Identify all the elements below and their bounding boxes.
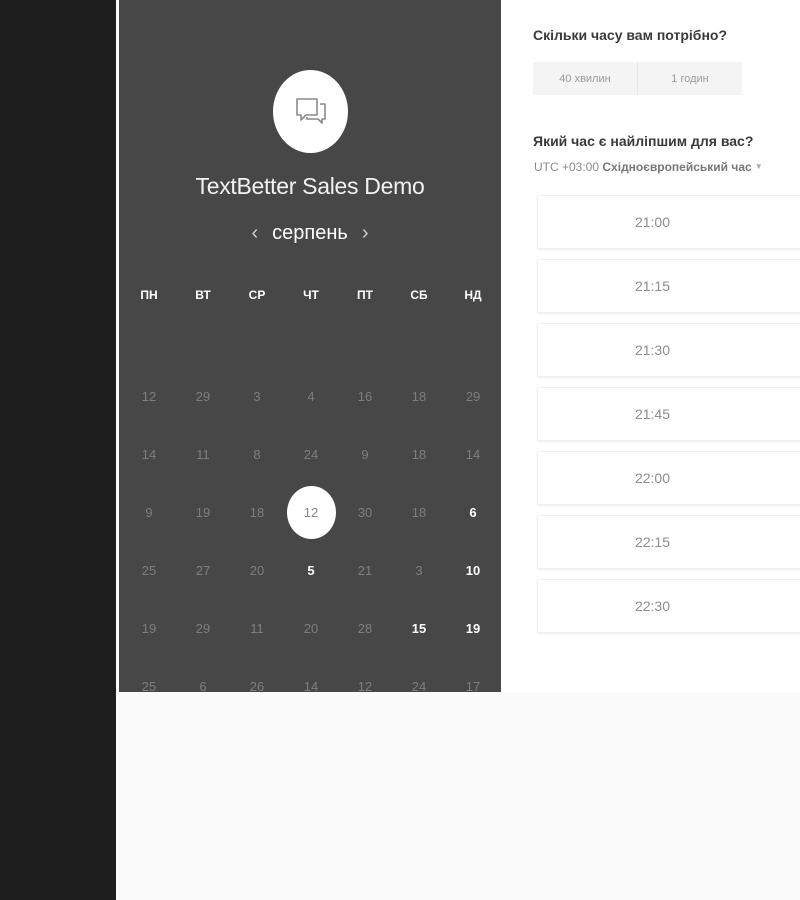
duration-option[interactable]: 1 годин: [637, 62, 742, 95]
calendar-day: 14: [465, 446, 481, 462]
available-day[interactable]: 10: [446, 541, 500, 599]
timezone-dropdown[interactable]: UTC +03:00 Східноєвропейський час ▼: [534, 160, 763, 174]
calendar-day: 20: [249, 562, 265, 578]
calendar-day: 25: [141, 678, 157, 694]
calendar-day: 4: [307, 388, 315, 404]
calendar-day: 3: [253, 388, 261, 404]
calendar-day: 9: [145, 504, 153, 520]
weekday-label: ВТ: [195, 288, 211, 302]
calendar-day: 18: [411, 446, 427, 462]
calendar-day: 19: [141, 620, 157, 636]
available-day[interactable]: 6: [446, 483, 500, 541]
available-day[interactable]: 15: [392, 599, 446, 657]
calendar-day: 30: [357, 504, 373, 520]
time-slot[interactable]: 21:15: [537, 259, 800, 313]
calendar-day: 18: [411, 388, 427, 404]
calendar-day: 19: [195, 504, 211, 520]
product-title: TextBetter Sales Demo: [195, 173, 425, 199]
calendar-day: 12: [141, 388, 157, 404]
calendar-day: 11: [250, 620, 264, 636]
left-sidebar: [0, 0, 116, 900]
available-day[interactable]: 19: [446, 599, 500, 657]
time-slot[interactable]: 22:00: [537, 451, 800, 505]
booking-pane: Скільки часу вам потрібно? 40 хвилин 1 г…: [501, 0, 800, 692]
calendar-day: 28: [357, 620, 373, 636]
timezone-offset: UTC +03:00: [534, 160, 600, 174]
caret-down-icon: ▼: [754, 162, 763, 171]
month-switcher: ‹ серпень ›: [119, 222, 501, 245]
calendar-day: 24: [303, 446, 319, 462]
calendar-day: 14: [141, 446, 157, 462]
time-slot-list: 21:00 21:15 21:30 21:45 22:00 22:15 22:3…: [537, 195, 800, 643]
calendar-day: 14: [303, 678, 319, 694]
calendar-day: 16: [357, 388, 373, 404]
timezone-name: Східноєвропейський час: [602, 160, 752, 174]
calendar-day: 25: [141, 562, 157, 578]
calendar-day: 11: [196, 446, 210, 462]
time-slot[interactable]: 22:15: [537, 515, 800, 569]
prev-month-icon[interactable]: ‹: [251, 222, 258, 245]
time-slot[interactable]: 21:30: [537, 323, 800, 377]
calendar-day: 29: [465, 388, 481, 404]
calendar-day: 18: [411, 504, 427, 520]
calendar-day: 8: [253, 446, 261, 462]
calendar-panel: TextBetter Sales Demo ‹ серпень › ПН ВТ …: [119, 0, 501, 694]
calendar-day: 9: [361, 446, 369, 462]
calendar-day: 17: [465, 678, 481, 694]
selected-day-label: 12: [303, 504, 319, 520]
weekday-label: ПН: [140, 288, 158, 302]
weekday-label: СР: [248, 288, 266, 302]
time-slot[interactable]: 21:00: [537, 195, 800, 249]
available-day[interactable]: 5: [284, 541, 338, 599]
calendar-day: 27: [195, 562, 211, 578]
calendar-day: 29: [195, 620, 211, 636]
month-label: серпень: [272, 222, 348, 244]
duration-option[interactable]: 40 хвилин: [533, 62, 637, 95]
calendar-day: 12: [357, 678, 373, 694]
weekday-label: НД: [464, 288, 482, 302]
duration-question: Скільки часу вам потрібно?: [533, 27, 728, 43]
time-slot[interactable]: 22:30: [537, 579, 800, 633]
calendar-grid: ПН ВТ СР ЧТ ПТ СБ НД 12 29 3 4 16 18 29 …: [122, 267, 500, 715]
calendar-day: 20: [303, 620, 319, 636]
time-slot[interactable]: 21:45: [537, 387, 800, 441]
logo: [273, 70, 348, 153]
time-question: Який час є найліпшим для вас?: [533, 133, 754, 149]
duration-selector: 40 хвилин 1 годин: [533, 62, 742, 95]
calendar-day: 26: [249, 678, 265, 694]
calendar-day: 21: [357, 562, 373, 578]
calendar-day: 6: [199, 678, 207, 694]
grid-spacer: [122, 323, 500, 367]
chat-bubbles-icon: [295, 97, 326, 124]
calendar-day: 3: [415, 562, 423, 578]
calendar-day: 29: [195, 388, 211, 404]
next-month-icon[interactable]: ›: [362, 222, 369, 245]
selected-day[interactable]: 12: [284, 483, 338, 541]
calendar-day: 24: [411, 678, 427, 694]
weekday-label: ПТ: [357, 288, 373, 302]
weekday-label: ЧТ: [303, 288, 319, 302]
calendar-day: 18: [249, 504, 265, 520]
weekday-label: СБ: [410, 288, 428, 302]
